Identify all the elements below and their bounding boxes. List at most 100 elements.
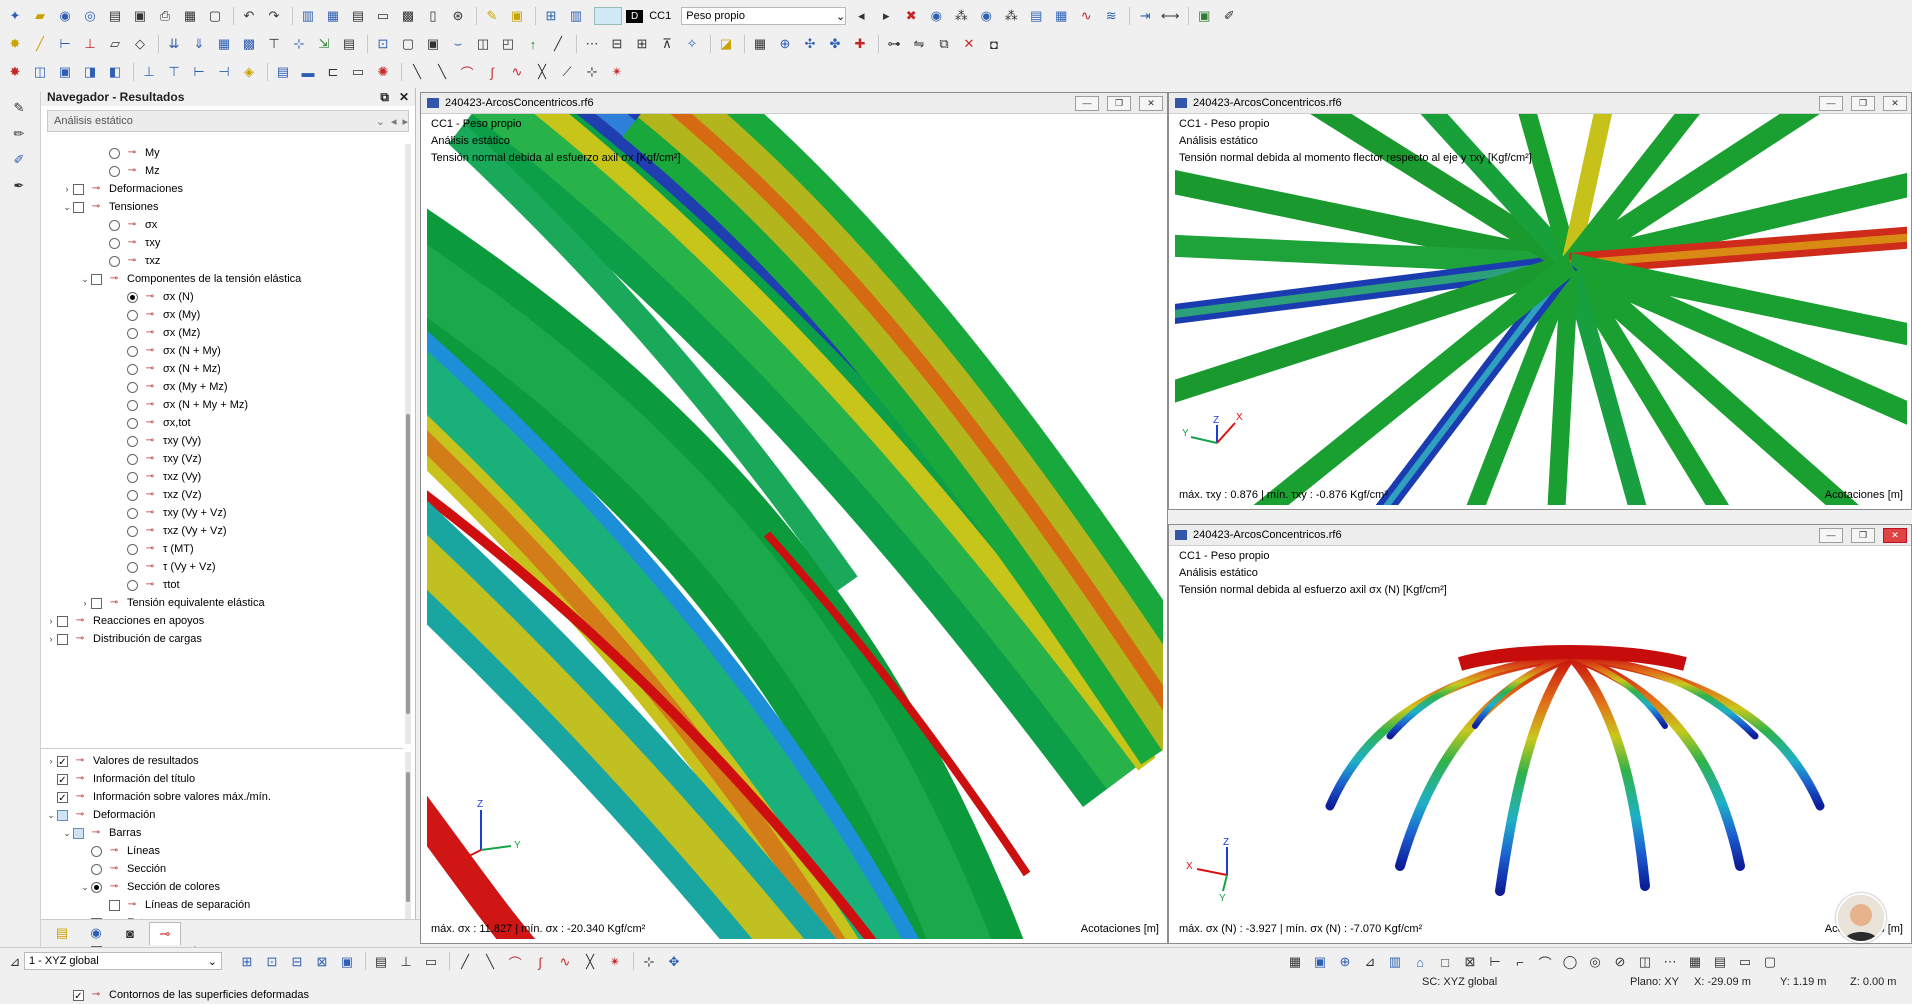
radio-button[interactable] — [109, 219, 120, 231]
link-icon[interactable]: ⊶ — [883, 34, 905, 54]
target-icon[interactable]: ⊛ — [447, 6, 469, 26]
draw-icon[interactable]: ✎ — [481, 6, 503, 26]
viewport-top-right[interactable]: 240423-ArcosConcentricos.rf6 — ❐ ✕ CC1 -… — [1168, 92, 1912, 510]
snap-icon[interactable]: ⊹ — [288, 34, 310, 54]
filter-display-icon[interactable]: ▤ — [370, 952, 392, 972]
load-case-icon[interactable]: ▥ — [565, 6, 587, 26]
line-icon[interactable]: ╱ — [29, 34, 51, 54]
deform-icon[interactable]: ∿ — [1075, 6, 1097, 26]
tree-item[interactable]: ⊸ My — [97, 144, 160, 162]
chevron-down-icon[interactable]: ⌄ — [45, 810, 57, 821]
iso-view-icon[interactable]: ◫ — [29, 62, 51, 82]
side-view-icon[interactable]: ◨ — [79, 62, 101, 82]
measure-icon[interactable]: ⊞ — [631, 34, 653, 54]
radio-button[interactable] — [109, 237, 120, 249]
document-icon[interactable]: ▢ — [204, 6, 226, 26]
draw-arc-icon[interactable]: ⌒ — [456, 62, 478, 82]
checkbox[interactable] — [73, 201, 84, 213]
front-view-icon[interactable]: ▣ — [54, 62, 76, 82]
radio-button[interactable] — [109, 165, 120, 177]
viewport-main[interactable]: 240423-ArcosConcentricos.rf6 — ❐ ✕ CC1 -… — [420, 92, 1168, 944]
tree-item[interactable]: ⊸ τxz — [97, 252, 160, 270]
results-toggle-icon[interactable]: ◉ — [925, 6, 947, 26]
tree-scrollbar[interactable] — [405, 144, 411, 744]
model-canvas[interactable] — [1175, 546, 1905, 937]
values-icon[interactable]: ⁂ — [1000, 6, 1022, 26]
result-icon[interactable]: ▣ — [506, 6, 528, 26]
tree-item[interactable]: ⊸ Líneas de separación — [97, 896, 250, 914]
load-member-icon[interactable]: ⇓ — [188, 34, 210, 54]
radio-button[interactable] — [109, 255, 120, 267]
save-icon[interactable]: ▣ — [129, 6, 151, 26]
chevron-down-icon[interactable]: ⌄ — [61, 828, 73, 839]
minimize-button[interactable]: — — [1819, 96, 1843, 111]
redo-icon[interactable]: ↷ — [263, 6, 285, 26]
chevron-down-icon[interactable]: ⌄ — [79, 882, 91, 893]
axis-all-icon[interactable]: ⊣ — [213, 62, 235, 82]
clip-icon[interactable]: ⊏ — [322, 62, 344, 82]
load-surface-icon[interactable]: ▦ — [213, 34, 235, 54]
draw-split-icon[interactable]: ⟋ — [556, 62, 578, 82]
member-icon[interactable]: ⊢ — [54, 34, 76, 54]
camera-icon[interactable]: ◘ — [983, 34, 1005, 54]
tools-icon[interactable]: ✐ — [1218, 6, 1240, 26]
radio-button[interactable] — [127, 525, 138, 537]
tree-item[interactable]: ⊸ σx (N) — [115, 288, 194, 306]
tree-item[interactable]: ⊸ σx — [97, 216, 157, 234]
tree-item[interactable]: ⌄ ⊸ Componentes de la tensión elástica — [79, 270, 301, 288]
radio-button[interactable] — [127, 291, 138, 303]
close-button[interactable]: ✕ — [1139, 96, 1163, 111]
draw-line-icon[interactable]: ╲ — [406, 62, 428, 82]
next-icon[interactable]: ▸ — [875, 6, 897, 26]
radio-button[interactable] — [127, 381, 138, 393]
orbit-icon[interactable]: ✤ — [824, 34, 846, 54]
tree-item[interactable]: ⊸ τxy (Vy + Vz) — [115, 504, 227, 522]
tree-item[interactable]: ⊸ σx (My) — [115, 306, 200, 324]
section-view-icon[interactable]: ▬ — [297, 62, 319, 82]
mirror-icon[interactable]: ⇋ — [908, 34, 930, 54]
tab-results[interactable]: ⊸ — [149, 921, 181, 945]
checkbox[interactable] — [57, 809, 68, 821]
tree-item[interactable]: › ⊸ Tensión equivalente elástica — [79, 594, 265, 612]
status-toggle-13-icon[interactable]: ◎ — [1584, 952, 1606, 972]
panel-icon[interactable]: ▤ — [347, 6, 369, 26]
tree-item[interactable]: ⌄ ⊸ Sección de colores — [79, 878, 220, 896]
tree-item[interactable]: › ⊸ Deformaciones — [61, 180, 183, 198]
close-button[interactable]: ✕ — [1883, 96, 1907, 111]
line-tool-icon[interactable]: ╱ — [547, 34, 569, 54]
minimize-button[interactable]: — — [1819, 528, 1843, 543]
new-file-icon[interactable]: ✦ — [4, 6, 26, 26]
coordinate-system-dropdown[interactable]: 1 - XYZ global ⌄ — [24, 952, 222, 970]
star-icon[interactable]: ✸ — [4, 34, 26, 54]
tree-item[interactable]: ⊸ τxz (Vz) — [115, 486, 202, 504]
radio-button[interactable] — [91, 863, 102, 875]
status-toggle-18-icon[interactable]: ▤ — [1709, 952, 1731, 972]
draw-arc-2-icon[interactable]: ⌒ — [504, 952, 526, 972]
delete-icon[interactable]: ✕ — [958, 34, 980, 54]
maximize-button[interactable]: ❐ — [1107, 96, 1131, 111]
print-icon[interactable]: ⎙ — [154, 6, 176, 26]
radio-button[interactable] — [127, 507, 138, 519]
axis-y-icon[interactable]: ⊤ — [163, 62, 185, 82]
eye-icon[interactable]: ◉ — [975, 6, 997, 26]
filter-icon[interactable]: ✚ — [849, 34, 871, 54]
checkbox[interactable] — [73, 827, 84, 839]
close-button[interactable]: ✕ — [1883, 528, 1907, 543]
dim-icon[interactable]: ⊟ — [606, 34, 628, 54]
tree-item[interactable]: ⊸ τxy — [97, 234, 160, 252]
tree-item[interactable]: ⌄ ⊸ Barras — [61, 824, 141, 842]
node-icon[interactable]: ✺ — [372, 62, 394, 82]
display-scrollbar[interactable] — [405, 752, 411, 922]
color-scale-icon[interactable]: ◪ — [715, 34, 737, 54]
status-toggle-3-icon[interactable]: ⊕ — [1334, 952, 1356, 972]
axis-x-icon[interactable]: ⊥ — [138, 62, 160, 82]
select-window-icon[interactable]: ▢ — [397, 34, 419, 54]
status-toggle-16-icon[interactable]: ⋯ — [1659, 952, 1681, 972]
arrow-up-icon[interactable]: ↑ — [522, 34, 544, 54]
snap-line-icon[interactable]: ⊟ — [286, 952, 308, 972]
draw-snap-icon[interactable]: ⊹ — [581, 62, 603, 82]
tab-views[interactable]: ◙ — [115, 922, 145, 944]
radio-button[interactable] — [127, 471, 138, 483]
chevron-right-icon[interactable]: ▸ — [402, 115, 408, 128]
user-avatar[interactable] — [1836, 893, 1886, 943]
